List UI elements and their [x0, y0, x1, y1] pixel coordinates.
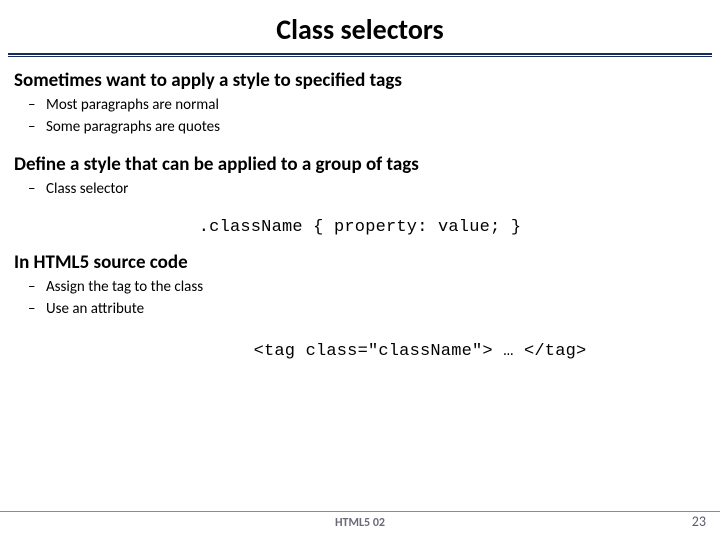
list-item: Use an attribute	[46, 298, 706, 320]
section3-bullets: Assign the tag to the class Use an attri…	[14, 276, 706, 321]
section2-bullets: Class selector	[14, 178, 706, 200]
section2-heading: Define a style that can be applied to a …	[14, 153, 706, 176]
title-rule	[8, 53, 712, 57]
list-item: Class selector	[46, 178, 706, 200]
code-example-1: .className { property: value; }	[14, 218, 706, 237]
list-item: Some paragraphs are quotes	[46, 116, 706, 138]
page-number: 23	[692, 513, 706, 530]
section1-heading: Sometimes want to apply a style to speci…	[14, 69, 706, 92]
list-item: Most paragraphs are normal	[46, 94, 706, 116]
slide-title: Class selectors	[0, 0, 720, 53]
slide-footer: HTML5 02 23	[0, 511, 720, 530]
footer-label: HTML5 02	[0, 516, 720, 530]
section3-heading: In HTML5 source code	[14, 251, 706, 274]
section1-bullets: Most paragraphs are normal Some paragrap…	[14, 94, 706, 139]
code-example-2: <tag class="className"> … </tag>	[14, 342, 706, 361]
list-item: Assign the tag to the class	[46, 276, 706, 298]
slide-body: Sometimes want to apply a style to speci…	[0, 61, 720, 361]
